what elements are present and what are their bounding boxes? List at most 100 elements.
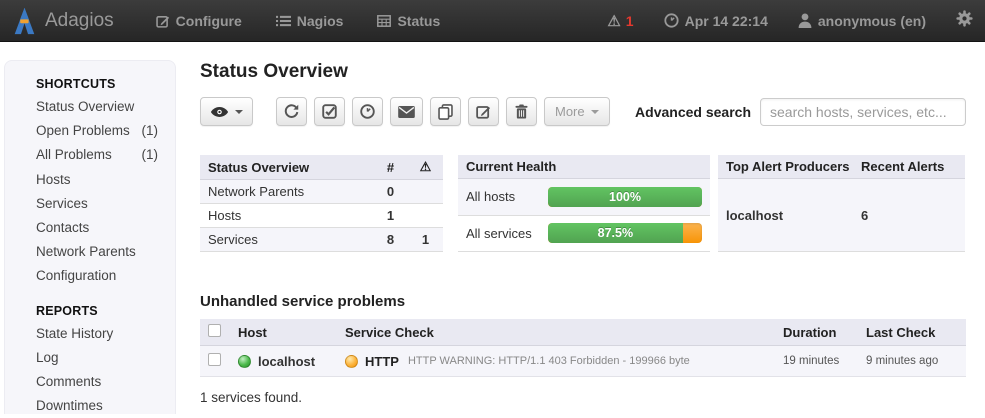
advanced-search: Advanced search bbox=[635, 98, 966, 126]
schedule-downtime-button[interactable] bbox=[352, 97, 383, 126]
progress-value: 100% bbox=[548, 187, 702, 207]
table-row[interactable]: localhost 6 bbox=[718, 179, 965, 252]
main-content: Status Overview More bbox=[200, 56, 966, 405]
warning-icon: ⚠ bbox=[420, 159, 432, 174]
refresh-icon bbox=[284, 104, 299, 119]
row-checkbox[interactable] bbox=[208, 353, 221, 366]
envelope-icon bbox=[398, 106, 415, 118]
sidebar-item-all-problems[interactable]: All Problems(1) bbox=[36, 143, 175, 167]
notify-button[interactable] bbox=[390, 97, 423, 126]
overview-table-title: Status Overview bbox=[200, 155, 373, 180]
host-link[interactable]: localhost bbox=[258, 354, 315, 369]
last-check-value: 9 minutes ago bbox=[858, 346, 966, 377]
menu-nagios[interactable]: Nagios bbox=[276, 13, 344, 29]
search-input[interactable] bbox=[760, 98, 966, 126]
current-health-table: Current Health All hosts 100% All servic… bbox=[458, 155, 710, 252]
sidebar-item-status-overview[interactable]: Status Overview bbox=[36, 95, 175, 119]
sidebar-item-state-history[interactable]: State History bbox=[36, 322, 175, 346]
edit-icon bbox=[476, 104, 491, 119]
navbar-clock[interactable]: Apr 14 22:14 bbox=[664, 13, 768, 29]
list-icon bbox=[276, 15, 291, 27]
services-health-progressbar: 87.5% bbox=[548, 223, 702, 243]
table-row[interactable]: Hosts 1 bbox=[200, 204, 443, 228]
progress-value: 87.5% bbox=[548, 223, 683, 243]
service-output: HTTP WARNING: HTTP/1.1 403 Forbidden - 1… bbox=[408, 355, 690, 367]
navbar-alerts[interactable]: ⚠ 1 bbox=[607, 12, 633, 30]
adagios-logo-icon[interactable] bbox=[13, 7, 36, 35]
duration-value: 19 minutes bbox=[775, 346, 858, 377]
summary-panels: Status Overview # ⚠ Network Parents 0 Ho… bbox=[200, 155, 966, 252]
delete-button[interactable] bbox=[506, 97, 537, 126]
clock-icon bbox=[360, 104, 375, 119]
view-toggle-button[interactable] bbox=[200, 97, 253, 126]
menu-nagios-label: Nagios bbox=[297, 13, 344, 29]
user-icon bbox=[798, 13, 812, 28]
sidebar-section-reports: REPORTS bbox=[36, 300, 175, 322]
navbar-menu: Configure Nagios Status bbox=[156, 13, 441, 29]
sidebar-item-configuration[interactable]: Configuration bbox=[36, 264, 175, 288]
item-count: (1) bbox=[142, 119, 159, 143]
menu-status-label: Status bbox=[397, 13, 440, 29]
table-icon bbox=[377, 15, 391, 27]
last-check-column-header: Last Check bbox=[858, 319, 966, 346]
menu-configure-label: Configure bbox=[176, 13, 242, 29]
count-column-header: # bbox=[373, 155, 408, 180]
table-row: All hosts 100% bbox=[458, 179, 710, 216]
sidebar-item-log[interactable]: Log bbox=[36, 346, 175, 370]
service-link[interactable]: HTTP bbox=[365, 354, 399, 369]
service-column-header: Service Check bbox=[337, 319, 775, 346]
item-count: (1) bbox=[142, 143, 159, 167]
top-alert-producers-table: Top Alert Producers Recent Alerts localh… bbox=[718, 155, 965, 252]
recent-alerts-column-header: Recent Alerts bbox=[853, 155, 965, 179]
problems-section-title: Unhandled service problems bbox=[200, 293, 966, 310]
problems-table: Host Service Check Duration Last Check l… bbox=[200, 319, 966, 377]
edit-icon bbox=[156, 14, 170, 28]
caret-down-icon bbox=[235, 110, 243, 114]
navbar: Adagios Configure Nagios Status ⚠ 1 Apr … bbox=[0, 0, 985, 42]
sidebar-item-services[interactable]: Services bbox=[36, 192, 175, 216]
eye-icon bbox=[210, 106, 229, 118]
page-title: Status Overview bbox=[200, 61, 966, 83]
table-row[interactable]: Services 8 1 bbox=[200, 228, 443, 252]
sidebar-item-network-parents[interactable]: Network Parents bbox=[36, 240, 175, 264]
table-row[interactable]: localhost HTTP HTTP WARNING: HTTP/1.1 403… bbox=[200, 346, 966, 377]
sidebar-item-open-problems[interactable]: Open Problems(1) bbox=[36, 119, 175, 143]
sidebar-section-shortcuts: SHORTCUTS bbox=[36, 73, 175, 95]
duration-column-header: Duration bbox=[775, 319, 858, 346]
table-row[interactable]: Network Parents 0 bbox=[200, 180, 443, 204]
service-warning-status-icon bbox=[345, 355, 358, 368]
results-count: 1 services found. bbox=[200, 390, 966, 405]
menu-status[interactable]: Status bbox=[377, 13, 440, 29]
trash-icon bbox=[515, 104, 528, 119]
refresh-button[interactable] bbox=[276, 97, 307, 126]
toolbar: More Advanced search bbox=[200, 97, 966, 126]
host-column-header: Host bbox=[230, 319, 337, 346]
health-table-title: Current Health bbox=[458, 155, 710, 179]
sidebar-item-downtimes[interactable]: Downtimes bbox=[36, 394, 175, 418]
warning-icon: ⚠ bbox=[607, 12, 620, 30]
select-all-checkbox[interactable] bbox=[208, 324, 221, 337]
alert-count: 1 bbox=[626, 13, 634, 29]
acknowledge-button[interactable] bbox=[314, 97, 345, 126]
navbar-user[interactable]: anonymous (en) bbox=[798, 13, 926, 29]
sidebar-item-comments[interactable]: Comments bbox=[36, 370, 175, 394]
host-up-status-icon bbox=[238, 355, 251, 368]
copy-icon bbox=[438, 104, 453, 120]
edit-button[interactable] bbox=[468, 97, 499, 126]
more-button[interactable]: More bbox=[544, 97, 610, 126]
sidebar: SHORTCUTS Status Overview Open Problems(… bbox=[4, 60, 176, 414]
navbar-username: anonymous (en) bbox=[818, 13, 926, 29]
menu-configure[interactable]: Configure bbox=[156, 13, 242, 29]
more-button-label: More bbox=[555, 104, 585, 119]
copy-button[interactable] bbox=[430, 97, 461, 126]
settings-gear-icon[interactable] bbox=[956, 10, 973, 32]
sidebar-item-hosts[interactable]: Hosts bbox=[36, 168, 175, 192]
clock-icon bbox=[664, 13, 679, 28]
sidebar-item-contacts[interactable]: Contacts bbox=[36, 216, 175, 240]
advanced-search-label: Advanced search bbox=[635, 104, 751, 120]
hosts-health-progressbar: 100% bbox=[548, 187, 702, 207]
caret-down-icon bbox=[591, 110, 599, 114]
navbar-datetime: Apr 14 22:14 bbox=[685, 13, 768, 29]
check-square-icon bbox=[322, 104, 337, 119]
brand-name[interactable]: Adagios bbox=[45, 10, 114, 32]
